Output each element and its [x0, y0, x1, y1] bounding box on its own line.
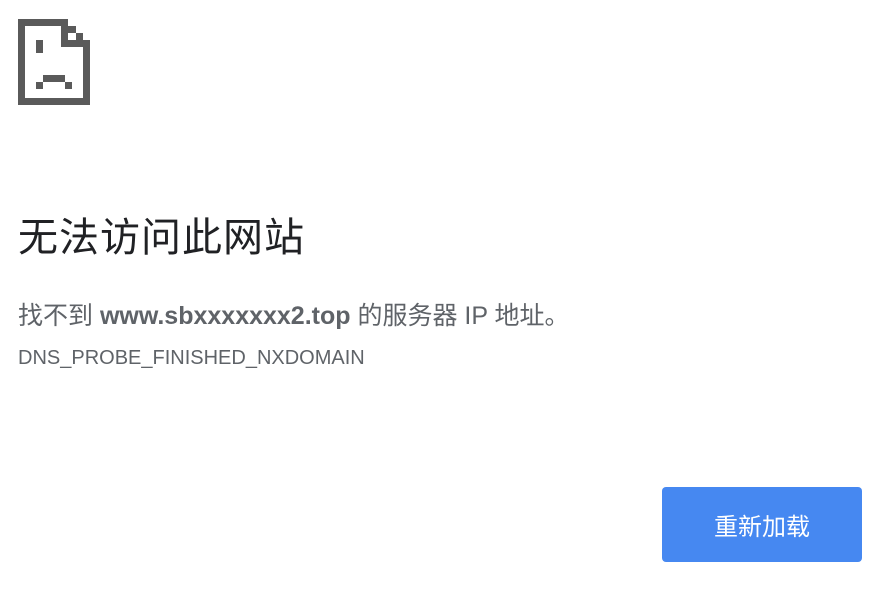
error-code: DNS_PROBE_FINISHED_NXDOMAIN — [18, 347, 365, 369]
page-title: 无法访问此网站 — [18, 216, 305, 260]
domain-name: www.sbxxxxxxx2.top — [99, 302, 351, 330]
reload-button[interactable]: 重新加载 — [662, 487, 862, 562]
message-suffix: 的服务器 IP 地址。 — [350, 302, 570, 330]
error-message: 找不到 www.sbxxxxxxx2.top 的服务器 IP 地址。 — [18, 296, 570, 332]
message-prefix: 找不到 — [18, 302, 100, 330]
sad-page-icon — [18, 19, 90, 105]
